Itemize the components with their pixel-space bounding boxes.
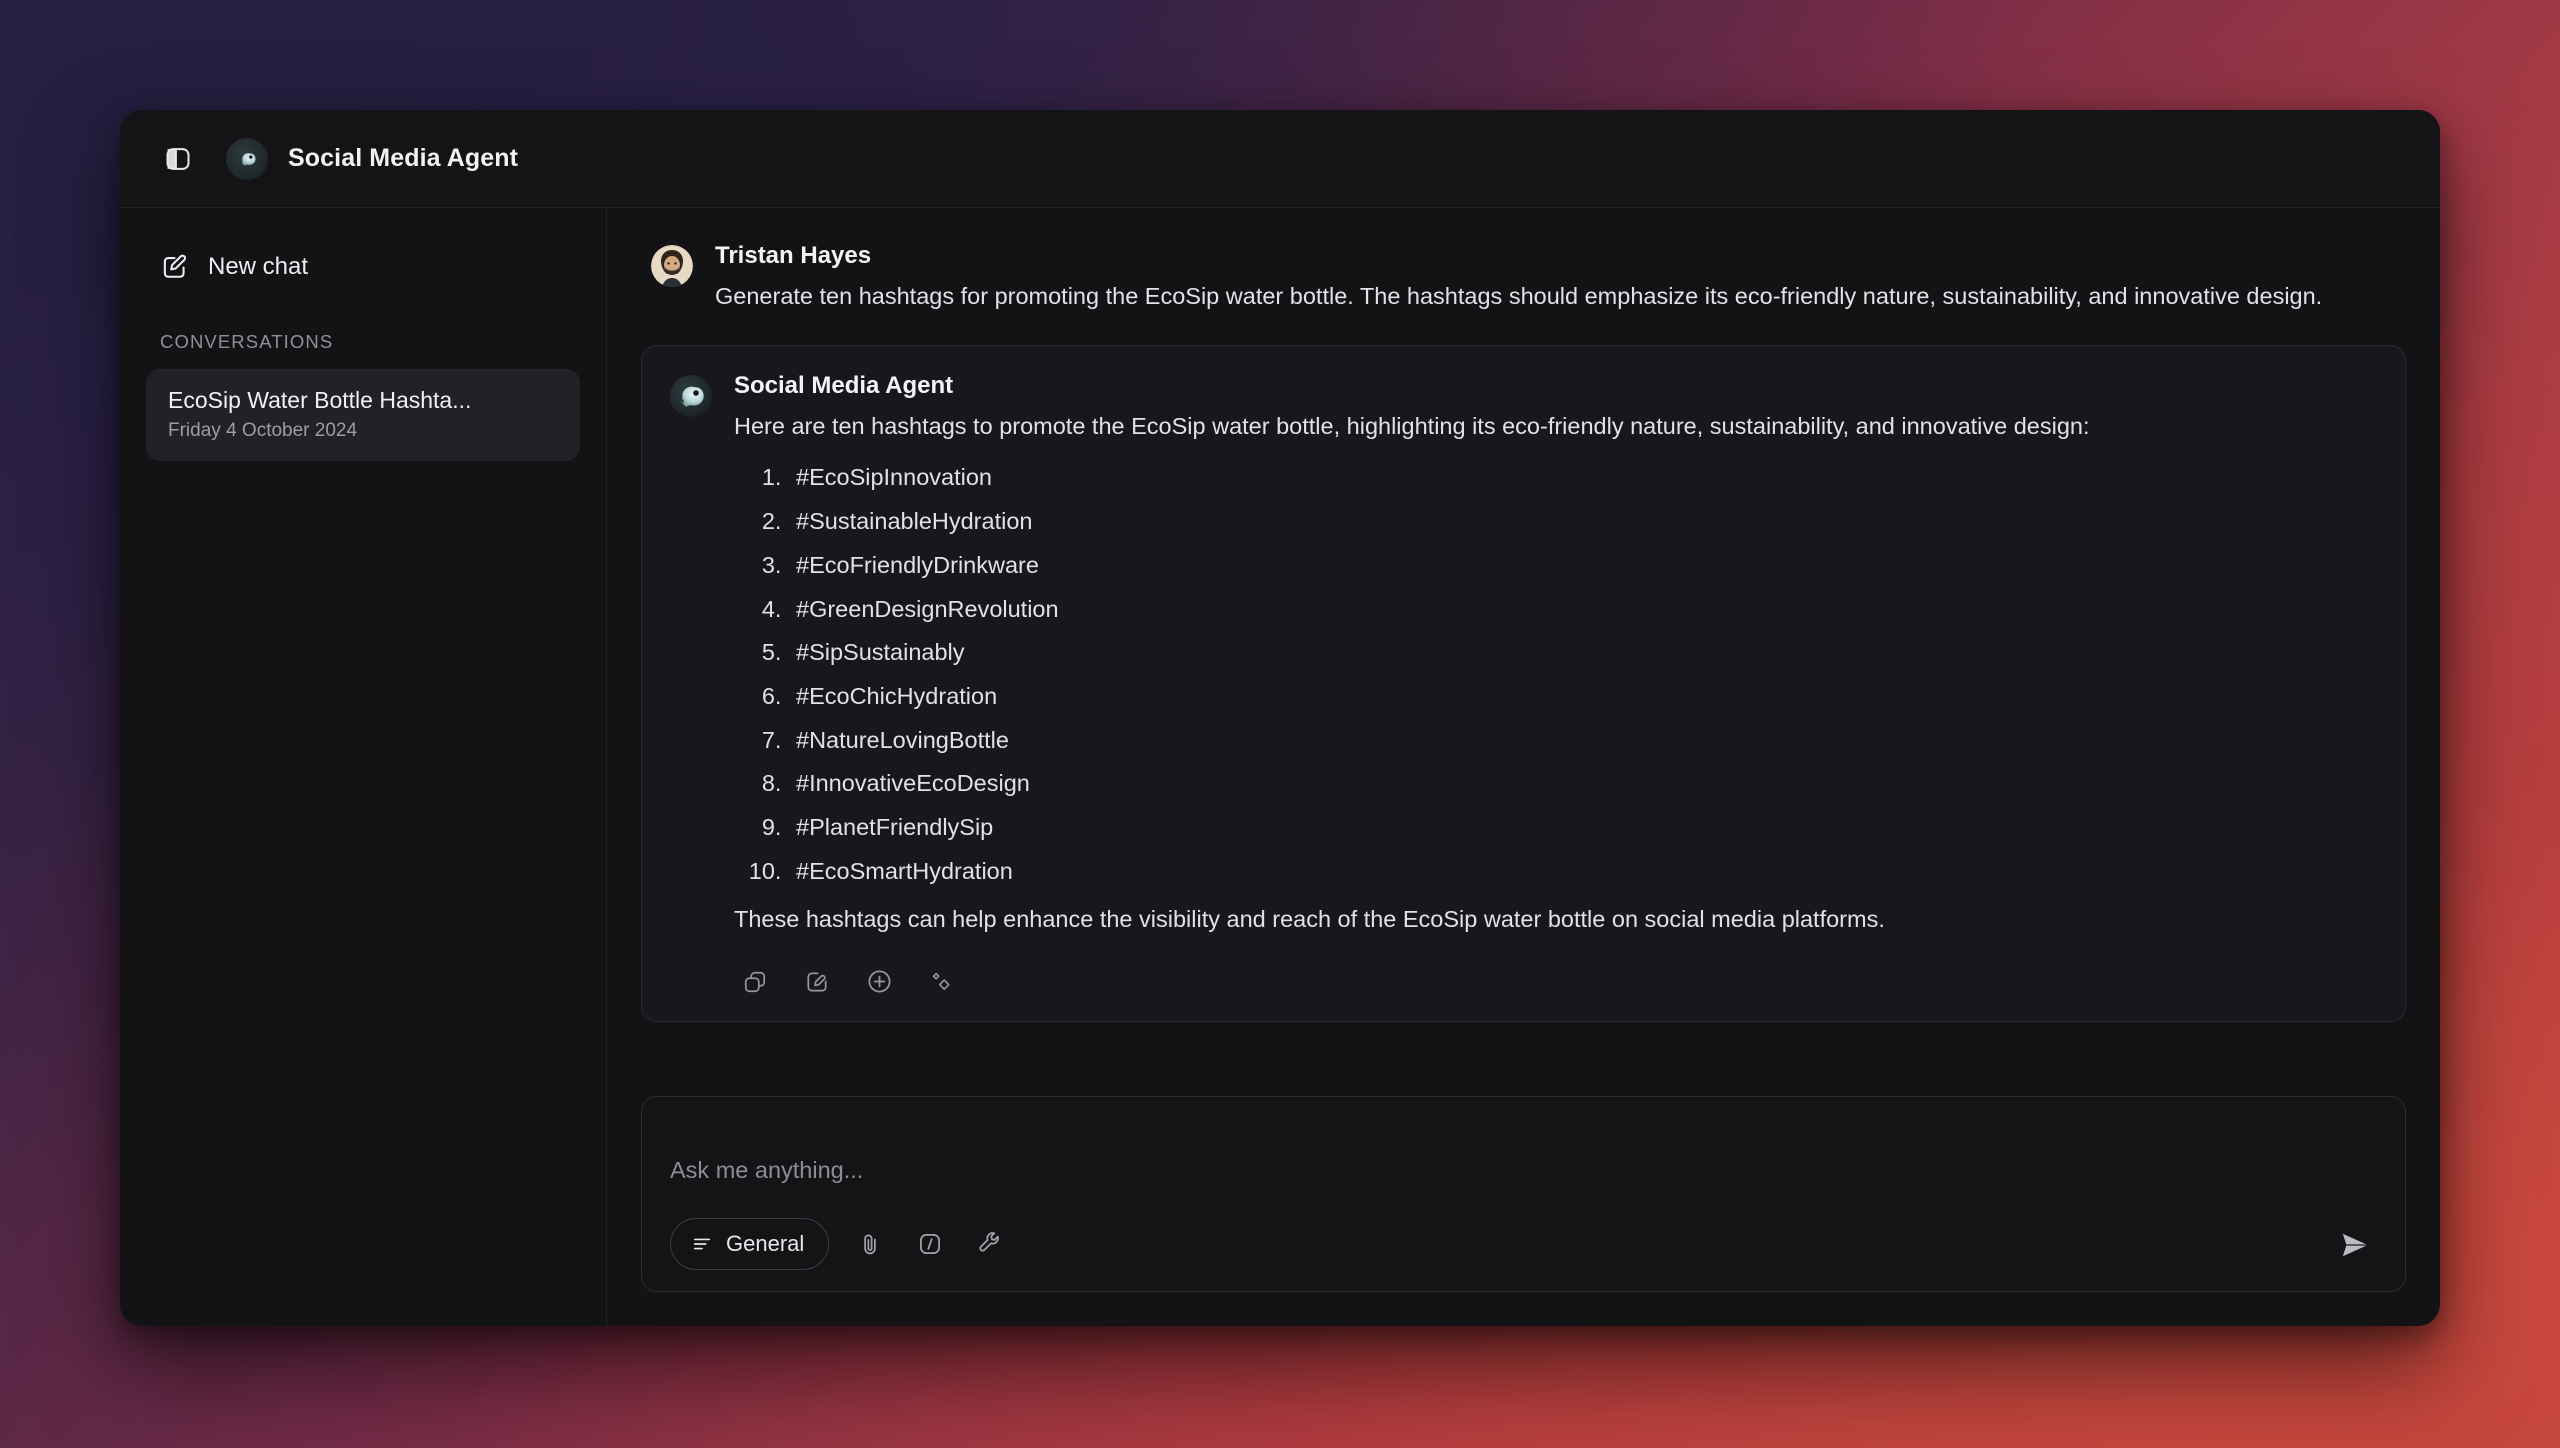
wrench-glyph	[979, 1232, 1000, 1252]
send-paper-plane-icon	[2342, 1233, 2368, 1257]
conversation-date: Friday 4 October 2024	[168, 419, 358, 441]
sparkles-glyph	[932, 972, 950, 990]
agent-message-author: Social Media Agent	[734, 371, 954, 399]
message-actions	[734, 965, 2377, 999]
app-window: Social Media Agent New chat CONVERSATION…	[120, 110, 2440, 1326]
mode-selector-label: General	[726, 1231, 805, 1256]
list-item: #NatureLovingBottle	[788, 727, 2377, 755]
list-item: #EcoSipInnovation	[788, 464, 2377, 492]
attachment-paperclip-icon[interactable]	[851, 1225, 889, 1263]
list-item: #EcoSmartHydration	[788, 858, 2377, 886]
agent-bird-glyph	[239, 152, 256, 166]
edit-note-glyph	[807, 972, 827, 992]
slash-command-glyph	[920, 1234, 941, 1254]
composer-wrapper: General	[641, 1072, 2406, 1326]
list-item: #PlanetFriendlySip	[788, 814, 2377, 842]
titlebar: Social Media Agent	[120, 110, 2440, 208]
list-lines-icon	[693, 1238, 711, 1250]
window-title: Social Media Agent	[288, 144, 519, 172]
list-item: #SipSustainably	[788, 639, 2377, 667]
user-message-text: Generate ten hashtags for promoting the …	[715, 283, 2323, 309]
sidebar-toggle-icon[interactable]	[158, 139, 198, 179]
conversation-item[interactable]: EcoSip Water Bottle Hashta... Friday 4 O…	[146, 369, 580, 461]
user-message-author: Tristan Hayes	[715, 242, 872, 269]
composer: General	[641, 1096, 2406, 1292]
user-avatar-glyph	[651, 245, 693, 287]
message-input[interactable]	[670, 1123, 2377, 1217]
mode-selector-chip[interactable]: General	[670, 1218, 830, 1270]
new-chat-button[interactable]: New chat	[146, 240, 580, 293]
sidebar: New chat CONVERSATIONS EcoSip Water Bott…	[120, 208, 607, 1326]
list-item: #GreenDesignRevolution	[788, 596, 2377, 624]
user-message: Tristan Hayes Generate ten hashtags for …	[641, 236, 2406, 315]
new-chat-label: New chat	[208, 252, 309, 280]
list-item: #SustainableHydration	[788, 508, 2377, 536]
agent-message: Social Media Agent Here are ten hashtags…	[670, 372, 2377, 999]
agent-bird-logo-icon	[226, 137, 268, 180]
slash-command-icon[interactable]	[911, 1225, 949, 1263]
compose-pencil-icon	[163, 254, 186, 278]
edit-note-icon[interactable]	[800, 965, 834, 999]
plus-circle-glyph	[867, 970, 891, 993]
copy-icon[interactable]	[738, 965, 772, 999]
agent-message-body: Social Media Agent Here are ten hashtags…	[734, 372, 2377, 999]
conversation-title: EcoSip Water Bottle Hashta...	[168, 387, 472, 413]
agent-avatar-glyph	[670, 374, 712, 417]
wrench-tools-icon[interactable]	[971, 1225, 1009, 1263]
list-item: #EcoFriendlyDrinkware	[788, 552, 2377, 580]
paperclip-glyph	[864, 1234, 877, 1255]
composer-toolbar: General	[670, 1217, 2377, 1271]
conversations-section-label: CONVERSATIONS	[160, 331, 334, 352]
agent-message-closing: These hashtags can help enhance the visi…	[734, 905, 1885, 932]
agent-bird-logo-icon	[670, 374, 712, 417]
copy-glyph	[744, 971, 766, 992]
user-message-body: Tristan Hayes Generate ten hashtags for …	[715, 242, 2396, 315]
chat-main: Tristan Hayes Generate ten hashtags for …	[607, 208, 2440, 1326]
list-item: #EcoChicHydration	[788, 683, 2377, 711]
plus-circle-icon[interactable]	[862, 965, 896, 999]
sidebar-toggle-glyph	[166, 147, 190, 170]
list-item: #InnovativeEcoDesign	[788, 770, 2377, 798]
message-thread: Tristan Hayes Generate ten hashtags for …	[641, 208, 2406, 1072]
hashtag-list: #EcoSipInnovation #SustainableHydration …	[734, 464, 2377, 885]
send-button[interactable]	[2331, 1221, 2379, 1269]
window-body: New chat CONVERSATIONS EcoSip Water Bott…	[120, 208, 2440, 1326]
agent-message-intro: Here are ten hashtags to promote the Eco…	[734, 412, 2090, 439]
user-photo-avatar	[651, 245, 693, 287]
agent-message-card: Social Media Agent Here are ten hashtags…	[641, 344, 2406, 1022]
sparkles-icon[interactable]	[924, 965, 958, 999]
